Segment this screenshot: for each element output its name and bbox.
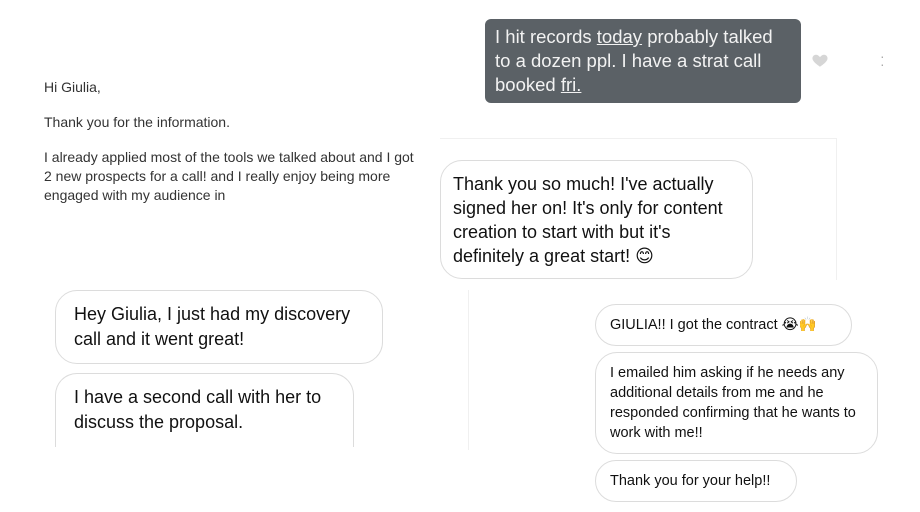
message-bubble-thanks: Thank you for your help!! (595, 460, 797, 502)
message-bubble-second-call: I have a second call with her to discuss… (55, 373, 354, 447)
message-text: Hey Giulia, I just had my discovery call… (74, 304, 351, 349)
message-text: GIULIA!! I got the contract (610, 317, 778, 333)
email-text: Hi Giulia, Thank you for the information… (44, 78, 414, 221)
email-line-1: Thank you for the information. (44, 114, 230, 130)
message-bubble-signed: Thank you so much! I've actually signed … (440, 160, 753, 279)
screenshot-border (836, 138, 837, 280)
message-bubble-contract: GIULIA!! I got the contract 😭🙌 (595, 304, 852, 346)
message-text: I have a second call with her to discuss… (74, 387, 322, 432)
message-bubble-emailed: I emailed him asking if he needs any add… (595, 352, 878, 454)
smile-emoji: 😊 (635, 246, 654, 267)
crying-raised-hands-emoji: 😭🙌 (781, 317, 817, 333)
dark-message-link-fri[interactable]: fri. (561, 74, 582, 95)
email-line-2: I already applied most of the tools we t… (44, 149, 414, 203)
message-text: I emailed him asking if he needs any add… (610, 365, 856, 441)
screenshot-border (468, 290, 469, 450)
dark-message-bubble: I hit records today probably talked to a… (485, 19, 801, 103)
message-text: Thank you for your help!! (610, 473, 771, 489)
dark-message-text-1: I hit records (495, 26, 597, 47)
screenshot-border (440, 138, 836, 139)
more-options-icon[interactable]: · · (880, 49, 885, 71)
message-text: Thank you so much! I've actually signed … (453, 174, 723, 266)
message-bubble-discovery: Hey Giulia, I just had my discovery call… (55, 290, 383, 364)
email-greeting: Hi Giulia, (44, 79, 101, 95)
dark-message-link-today[interactable]: today (597, 26, 642, 47)
heart-icon[interactable] (811, 51, 829, 69)
